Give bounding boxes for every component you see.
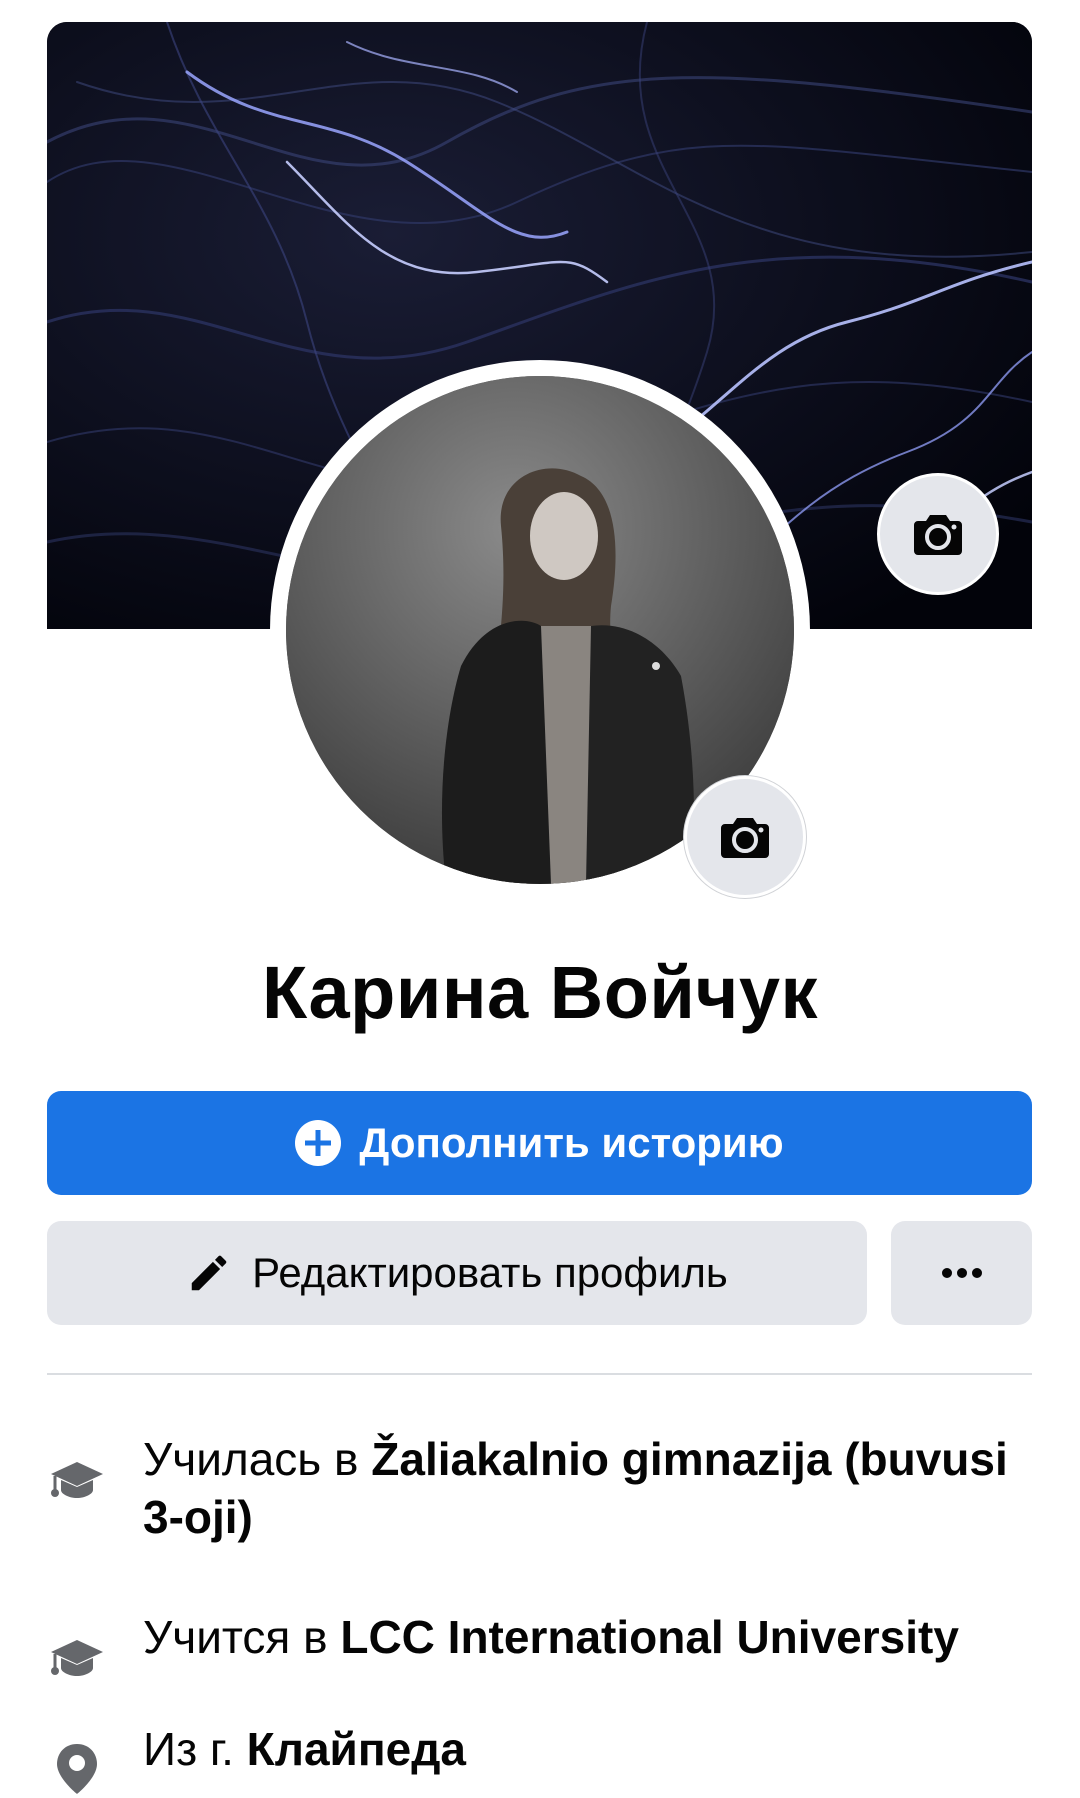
section-divider xyxy=(47,1373,1032,1375)
graduation-cap-icon xyxy=(51,1462,103,1498)
hometown-link[interactable]: Клайпеда xyxy=(247,1723,466,1775)
intro-item-education-past: Училась в Žaliakalnio gimnazija (buvusi … xyxy=(47,1430,1032,1546)
more-options-button[interactable] xyxy=(891,1221,1032,1325)
location-pin-icon xyxy=(57,1744,97,1794)
intro-item-text: Из г. Клайпеда xyxy=(143,1720,466,1778)
intro-prefix: Учится в xyxy=(143,1611,328,1663)
intro-prefix: Из г. xyxy=(143,1723,234,1775)
intro-prefix: Училась в xyxy=(143,1433,359,1485)
camera-icon xyxy=(721,818,769,858)
intro-item-education-current: Учится в LCC International University xyxy=(47,1608,1032,1686)
camera-icon xyxy=(914,515,962,555)
plus-circle-icon xyxy=(295,1120,342,1166)
more-dots-icon xyxy=(941,1268,982,1278)
graduation-cap-icon xyxy=(51,1640,103,1676)
profile-name: Карина Войчук xyxy=(261,951,819,1034)
pencil-icon xyxy=(191,1255,227,1291)
intro-item-text: Учится в LCC International University xyxy=(143,1608,959,1666)
university-link[interactable]: LCC International University xyxy=(340,1611,959,1663)
edit-profile-button[interactable]: Редактировать профиль xyxy=(47,1221,867,1325)
add-story-label: Дополнить историю xyxy=(359,1119,784,1166)
edit-profile-label: Редактировать профиль xyxy=(252,1249,728,1296)
add-story-button[interactable]: Дополнить историю xyxy=(47,1091,1032,1195)
intro-item-hometown: Из г. Клайпеда xyxy=(47,1720,1032,1798)
edit-cover-photo-button[interactable] xyxy=(877,473,999,595)
edit-profile-picture-button[interactable] xyxy=(684,776,806,898)
intro-item-text: Училась в Žaliakalnio gimnazija (buvusi … xyxy=(143,1430,1032,1546)
